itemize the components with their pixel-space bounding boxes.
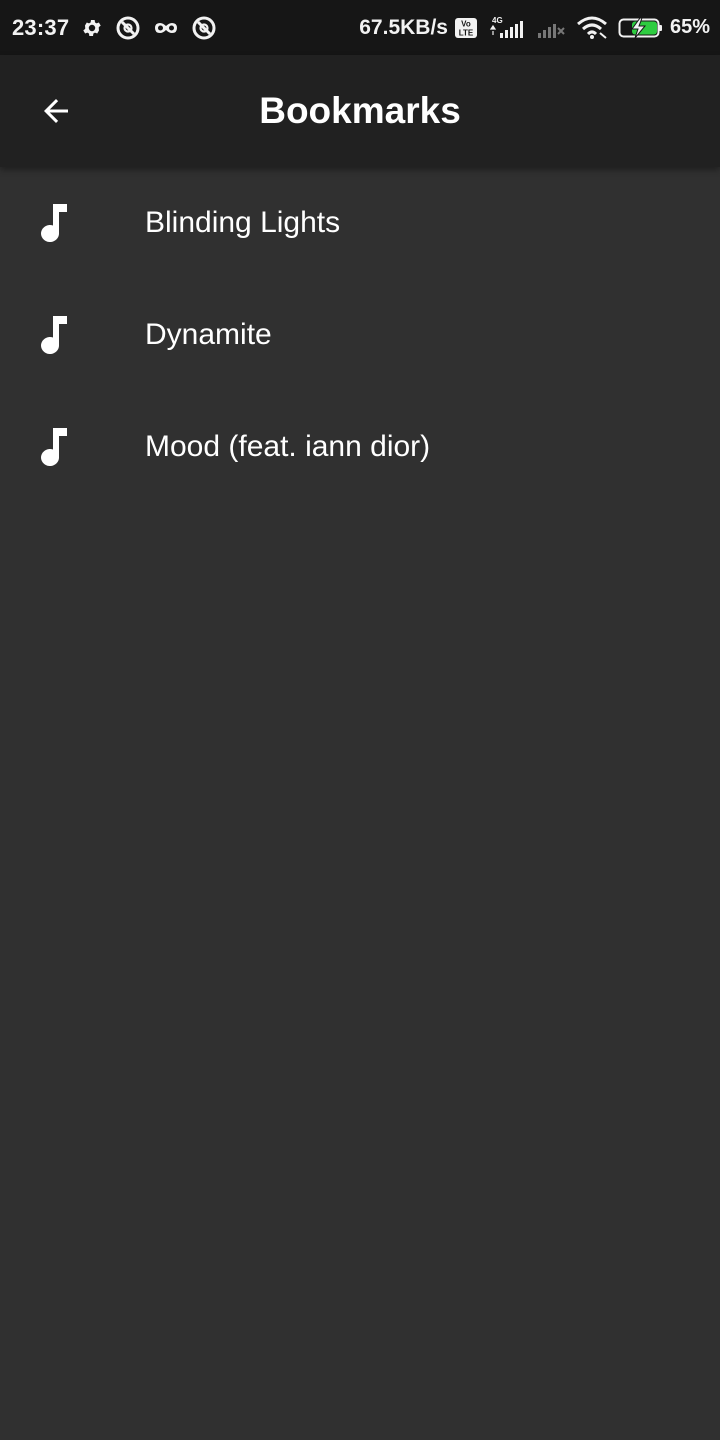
status-bar: 23:37 67.5KB/s Vo LTE 4G 65% — [0, 0, 720, 55]
screen: 23:37 67.5KB/s Vo LTE 4G 65% Bookmarks B… — [0, 0, 720, 1440]
app-bar: Bookmarks — [0, 55, 720, 167]
svg-text:LTE: LTE — [459, 28, 474, 37]
data-saver-icon — [191, 15, 217, 41]
list-item-label: Mood (feat. iann dior) — [145, 430, 431, 463]
list-item[interactable]: Dynamite — [0, 279, 720, 391]
data-saver-icon — [115, 15, 141, 41]
net-speed: 67.5KB/s — [359, 15, 448, 39]
page-title: Bookmarks — [259, 90, 461, 131]
music-note-icon — [41, 316, 67, 354]
signal-off-icon — [536, 15, 566, 41]
status-right: 67.5KB/s Vo LTE 4G 65% — [359, 0, 710, 55]
battery-charging-icon — [618, 16, 664, 40]
wifi-icon — [576, 16, 608, 40]
music-note-icon — [41, 428, 67, 466]
list-item-label: Blinding Lights — [145, 206, 341, 239]
list-item-label: Dynamite — [145, 318, 272, 351]
status-left: 23:37 — [12, 0, 217, 55]
signal-icon: 4G — [488, 15, 528, 41]
svg-text:Vo: Vo — [461, 19, 471, 28]
list-item[interactable]: Blinding Lights — [0, 167, 720, 279]
battery-percent: 65% — [669, 16, 710, 38]
music-note-icon — [41, 204, 67, 242]
incognito-icon — [153, 21, 179, 35]
volte-icon: Vo LTE — [454, 17, 478, 39]
bookmark-list: Blinding Lights Dynamite Mood (feat. ian… — [0, 167, 720, 503]
status-time: 23:37 — [12, 14, 70, 40]
gear-icon — [81, 17, 103, 39]
list-item[interactable]: Mood (feat. iann dior) — [0, 391, 720, 503]
svg-text:4G: 4G — [492, 16, 503, 25]
